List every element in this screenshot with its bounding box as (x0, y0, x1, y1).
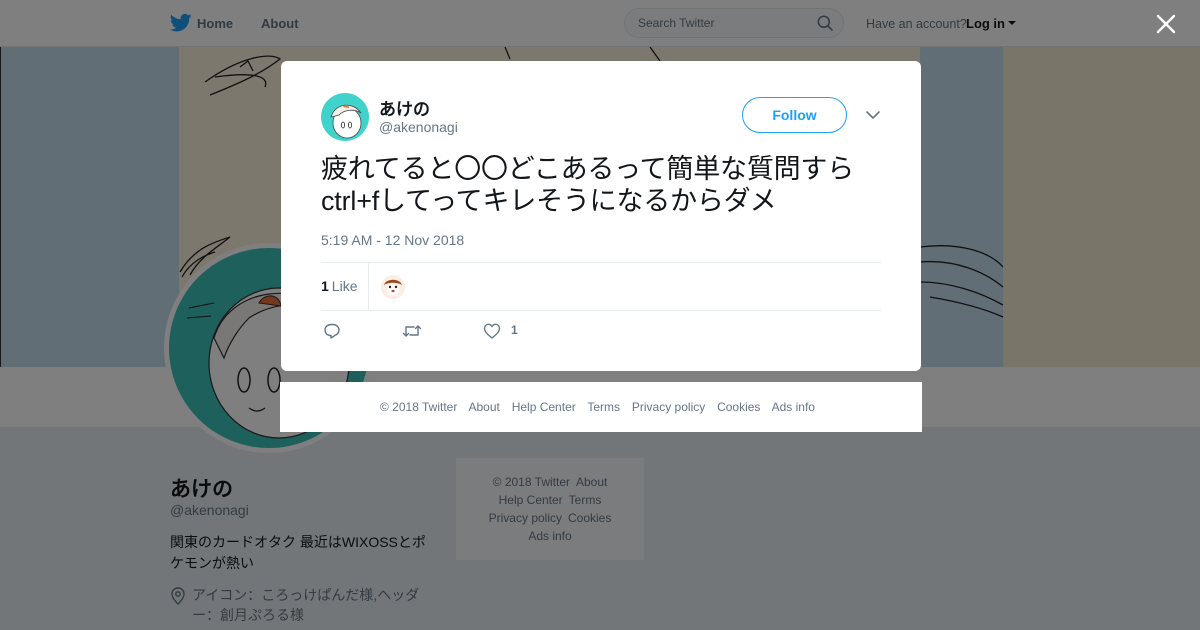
reply-action[interactable] (323, 320, 345, 342)
modal-footer: © 2018 Twitter About Help Center Terms P… (280, 382, 922, 432)
tweet-stats: 1 Like (321, 262, 881, 311)
tweet-text: 疲れてると〇〇どこあるって簡単な質問すらctrl+fしてってキレそうになるからダ… (321, 154, 855, 216)
tweet-timestamp[interactable]: 5:19 AM - 12 Nov 2018 (321, 232, 464, 248)
likes-label: Like (331, 278, 358, 294)
like-action-count: 1 (511, 323, 518, 337)
chevron-down-icon[interactable] (865, 109, 881, 121)
tweet-modal: あけの @akenonagi Follow 疲れてると〇〇どこあるって簡単な質問… (281, 61, 921, 371)
heart-icon (483, 323, 501, 339)
retweet-icon (402, 325, 422, 337)
footer-privacy-link[interactable]: Privacy policy (632, 400, 705, 414)
retweet-action[interactable] (402, 320, 426, 342)
stats-divider (368, 263, 369, 310)
like-action[interactable]: 1 (483, 320, 523, 342)
footer-about-link[interactable]: About (469, 400, 500, 414)
likes-count: 1 (321, 278, 329, 294)
tweet-author-avatar[interactable] (321, 93, 369, 141)
tweet-author-name[interactable]: あけの (379, 95, 430, 120)
footer-copyright: © 2018 Twitter (380, 400, 458, 414)
footer-terms-link[interactable]: Terms (587, 400, 620, 414)
follow-button[interactable]: Follow (742, 97, 847, 133)
footer-help-center-link[interactable]: Help Center (512, 400, 576, 414)
footer-cookies-link[interactable]: Cookies (717, 400, 760, 414)
close-icon[interactable] (1154, 12, 1178, 36)
modal-footer-links: © 2018 Twitter About Help Center Terms P… (380, 400, 823, 414)
reply-icon (324, 323, 340, 339)
footer-ads-info-link[interactable]: Ads info (772, 400, 815, 414)
liker-avatar[interactable] (381, 275, 405, 299)
likes-stat[interactable]: 1 Like (321, 278, 357, 294)
tweet-author-handle[interactable]: @akenonagi (379, 119, 458, 135)
